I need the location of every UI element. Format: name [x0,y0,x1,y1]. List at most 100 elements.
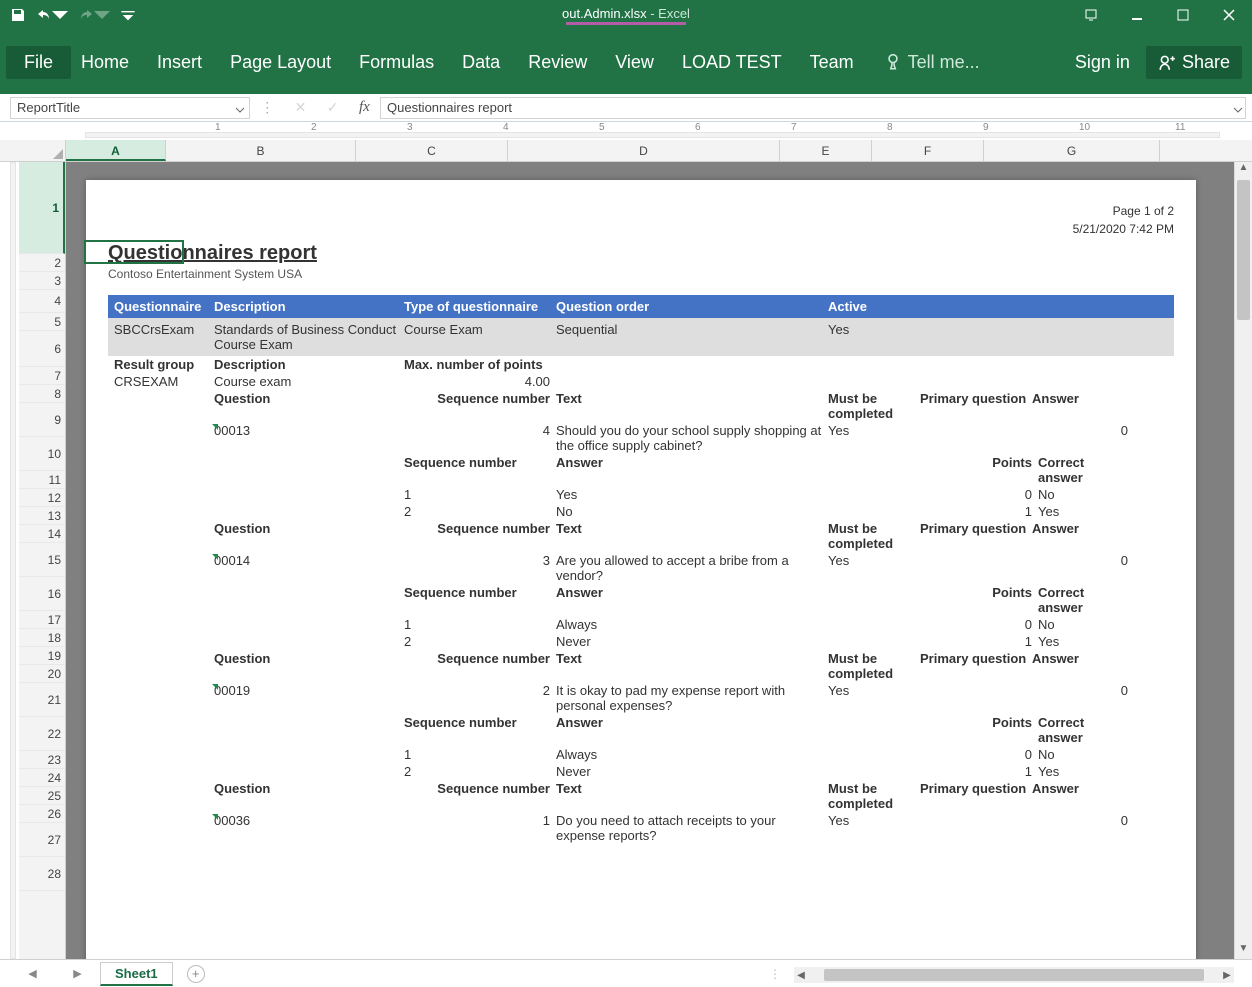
row-header-22[interactable]: 22 [19,717,65,751]
row-header-12[interactable]: 12 [19,489,65,507]
cancel-icon[interactable]: ✕ [295,99,307,116]
tab-formulas[interactable]: Formulas [359,52,434,73]
column-header-A[interactable]: A [66,140,166,161]
answer-row: 2Never 1Yes [108,633,1174,650]
row-header-19[interactable]: 19 [19,647,65,665]
scroll-right-icon[interactable]: ▶ [1220,970,1234,981]
fx-icon[interactable]: fx [359,99,370,116]
sheet-tabs-bar: ◀ ▶ Sheet1 + ⋮ ◀ ▶ [0,959,1252,987]
row-header-11[interactable]: 11 [19,471,65,489]
row-header-7[interactable]: 7 [19,367,65,385]
share-button[interactable]: Share [1146,46,1242,79]
answer-row: 1Yes 0No [108,486,1174,503]
tab-home[interactable]: Home [81,52,129,73]
ribbon-options-icon[interactable] [1068,0,1114,30]
quick-access-toolbar [0,7,136,23]
add-sheet-button[interactable]: + [187,965,205,983]
row-header-21[interactable]: 21 [19,683,65,717]
row-header-27[interactable]: 27 [19,823,65,857]
tab-load-test[interactable]: LOAD TEST [682,52,782,73]
row-header-1[interactable]: 1 [19,162,65,254]
scroll-up-icon[interactable]: ▲ [1235,162,1252,178]
maximize-icon[interactable] [1160,0,1206,30]
column-header-D[interactable]: D [508,140,780,161]
splitter-handle[interactable]: ⋮ [769,967,782,981]
row-header-10[interactable]: 10 [19,437,65,471]
row-header-28[interactable]: 28 [19,857,65,891]
sheet-tab-1[interactable]: Sheet1 [100,962,173,986]
row-header-15[interactable]: 15 [19,543,65,577]
tab-next-icon[interactable]: ▶ [73,967,81,980]
minimize-icon[interactable] [1114,0,1160,30]
worksheet-grid[interactable]: 1234567891011121314151617181920212223242… [0,162,1252,959]
column-header-G[interactable]: G [984,140,1160,161]
redo-icon[interactable] [78,7,110,23]
ruler-tick: 8 [887,122,893,133]
scrollbar-thumb[interactable] [1237,180,1250,320]
answer-row: 2Never 1Yes [108,763,1174,780]
row-header-26[interactable]: 26 [19,805,65,823]
report-table: Questionnaire Description Type of questi… [108,295,1174,844]
expand-formula-icon[interactable] [1233,103,1243,118]
row-header-20[interactable]: 20 [19,665,65,683]
page: Page 1 of 2 5/21/2020 7:42 PM Questionna… [86,180,1196,959]
scrollbar-thumb[interactable] [824,969,1204,981]
enter-icon[interactable]: ✓ [327,99,339,116]
tab-team[interactable]: Team [810,52,854,73]
tab-review[interactable]: Review [528,52,587,73]
row-header-4[interactable]: 4 [19,290,65,313]
close-icon[interactable] [1206,0,1252,30]
horizontal-scrollbar[interactable]: ◀ ▶ [794,967,1234,983]
tell-me-search[interactable]: Tell me... [884,52,980,73]
name-box[interactable]: ReportTitle [10,97,250,119]
save-icon[interactable] [10,7,26,23]
chevron-down-icon[interactable] [235,103,245,118]
sign-in-button[interactable]: Sign in [1075,52,1130,73]
column-header-F[interactable]: F [872,140,984,161]
scroll-down-icon[interactable]: ▼ [1235,943,1252,959]
formula-tools: ⋮ ✕ ✓ fx [250,99,380,116]
sheet-canvas[interactable]: Page 1 of 2 5/21/2020 7:42 PM Questionna… [66,162,1234,959]
formula-input[interactable]: Questionnaires report [380,97,1246,119]
qat-customize-icon[interactable] [120,7,136,23]
row-header-17[interactable]: 17 [19,611,65,629]
row-header-2[interactable]: 2 [19,254,65,272]
column-header-E[interactable]: E [780,140,872,161]
tab-view[interactable]: View [615,52,654,73]
answer-row: 1Always 0No [108,746,1174,763]
row-header-16[interactable]: 16 [19,577,65,611]
tab-data[interactable]: Data [462,52,500,73]
ruler-tick: 2 [311,122,317,133]
row-header-8[interactable]: 8 [19,385,65,403]
row-header-9[interactable]: 9 [19,403,65,437]
row-header-24[interactable]: 24 [19,769,65,787]
tab-prev-icon[interactable]: ◀ [28,967,36,980]
scroll-left-icon[interactable]: ◀ [794,970,808,981]
page-metadata: Page 1 of 2 5/21/2020 7:42 PM [1073,202,1174,238]
tab-insert[interactable]: Insert [157,52,202,73]
tab-page-layout[interactable]: Page Layout [230,52,331,73]
row-header-13[interactable]: 13 [19,507,65,525]
row-header-23[interactable]: 23 [19,751,65,769]
file-tab[interactable]: File [6,46,71,79]
row-header-3[interactable]: 3 [19,272,65,290]
row-header-6[interactable]: 6 [19,331,65,367]
vertical-scrollbar[interactable]: ▲ ▼ [1234,162,1252,959]
page-title: Questionnaires report [108,242,1174,265]
row-header-18[interactable]: 18 [19,629,65,647]
questionnaire-row: SBCCrsExam Standards of Business Conduct… [108,318,1174,356]
tab-scroll-controls[interactable]: ◀ ▶ [0,967,100,980]
row-header-14[interactable]: 14 [19,525,65,543]
column-header-C[interactable]: C [356,140,508,161]
row-header-25[interactable]: 25 [19,787,65,805]
table-header-row: Questionnaire Description Type of questi… [108,295,1174,318]
undo-icon[interactable] [36,7,68,23]
select-all-corner[interactable] [0,140,66,162]
ruler-tick: 1 [215,122,221,133]
row-headers[interactable]: 1234567891011121314151617181920212223242… [19,162,66,959]
more-icon[interactable]: ⋮ [260,99,274,116]
answer-row: 1Always 0No [108,616,1174,633]
row-header-5[interactable]: 5 [19,313,65,331]
horizontal-ruler: 1234567891011 [0,122,1252,140]
column-header-B[interactable]: B [166,140,356,161]
